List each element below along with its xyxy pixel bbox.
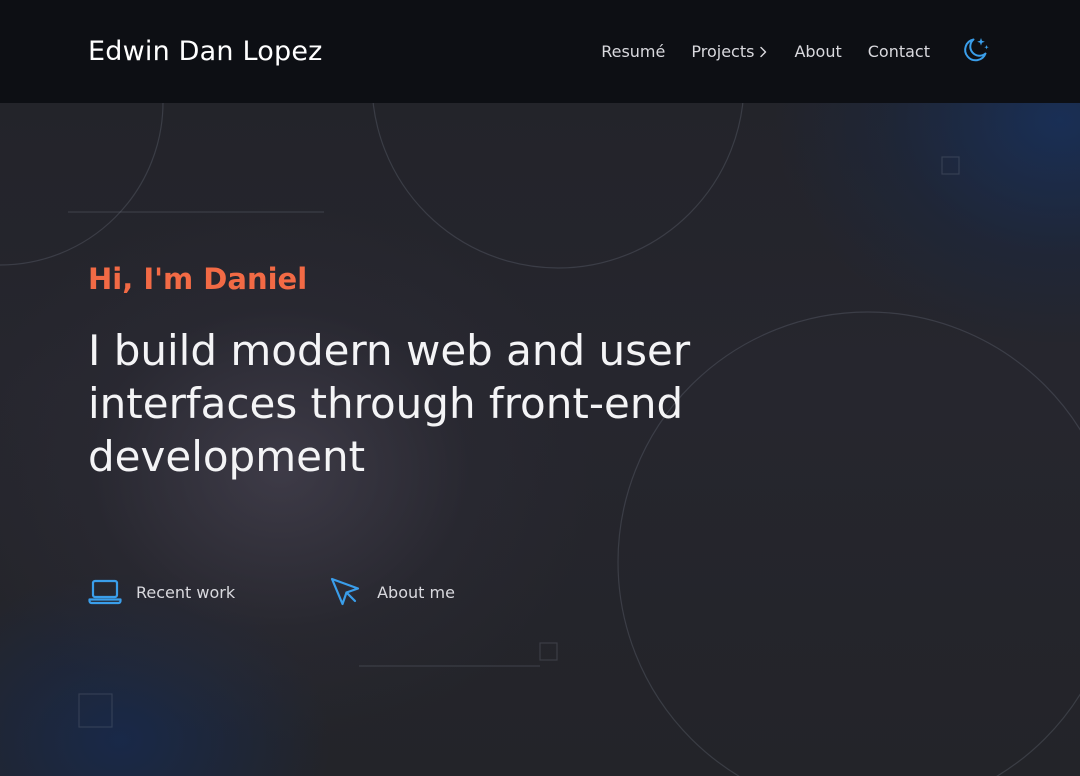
theme-toggle-button[interactable] [958,35,992,69]
site-header: Edwin Dan Lopez Resumé Projects About Co… [0,0,1080,103]
hero-headline: I build modern web and user interfaces t… [88,326,691,481]
nav-link-resume[interactable]: Resumé [601,42,665,61]
about-me-label: About me [377,582,455,602]
chevron-right-icon [758,46,768,58]
nav-link-projects-label: Projects [691,42,755,61]
nav-link-about-label: About [794,42,842,61]
nav-link-contact[interactable]: Contact [868,42,930,61]
nav-link-about[interactable]: About [794,42,841,61]
moon-stars-icon [959,34,991,69]
about-me-link[interactable]: About me [329,576,455,608]
hero-cta-group: Recent work About me [88,576,455,608]
recent-work-link[interactable]: Recent work [88,576,235,608]
hero-section: Hi, I'm Daniel I build modern web and us… [88,262,808,483]
nav-link-contact-label: Contact [867,42,930,61]
brand-logo-text[interactable]: Edwin Dan Lopez [88,36,323,67]
main-nav: Resumé Projects About Contact [601,35,992,69]
recent-work-label: Recent work [136,582,236,602]
nav-link-resume-label: Resumé [601,42,666,61]
hero-greeting: Hi, I'm Daniel [88,262,308,296]
cursor-icon [329,576,365,608]
nav-link-projects[interactable]: Projects [691,42,768,61]
laptop-icon [88,576,124,608]
